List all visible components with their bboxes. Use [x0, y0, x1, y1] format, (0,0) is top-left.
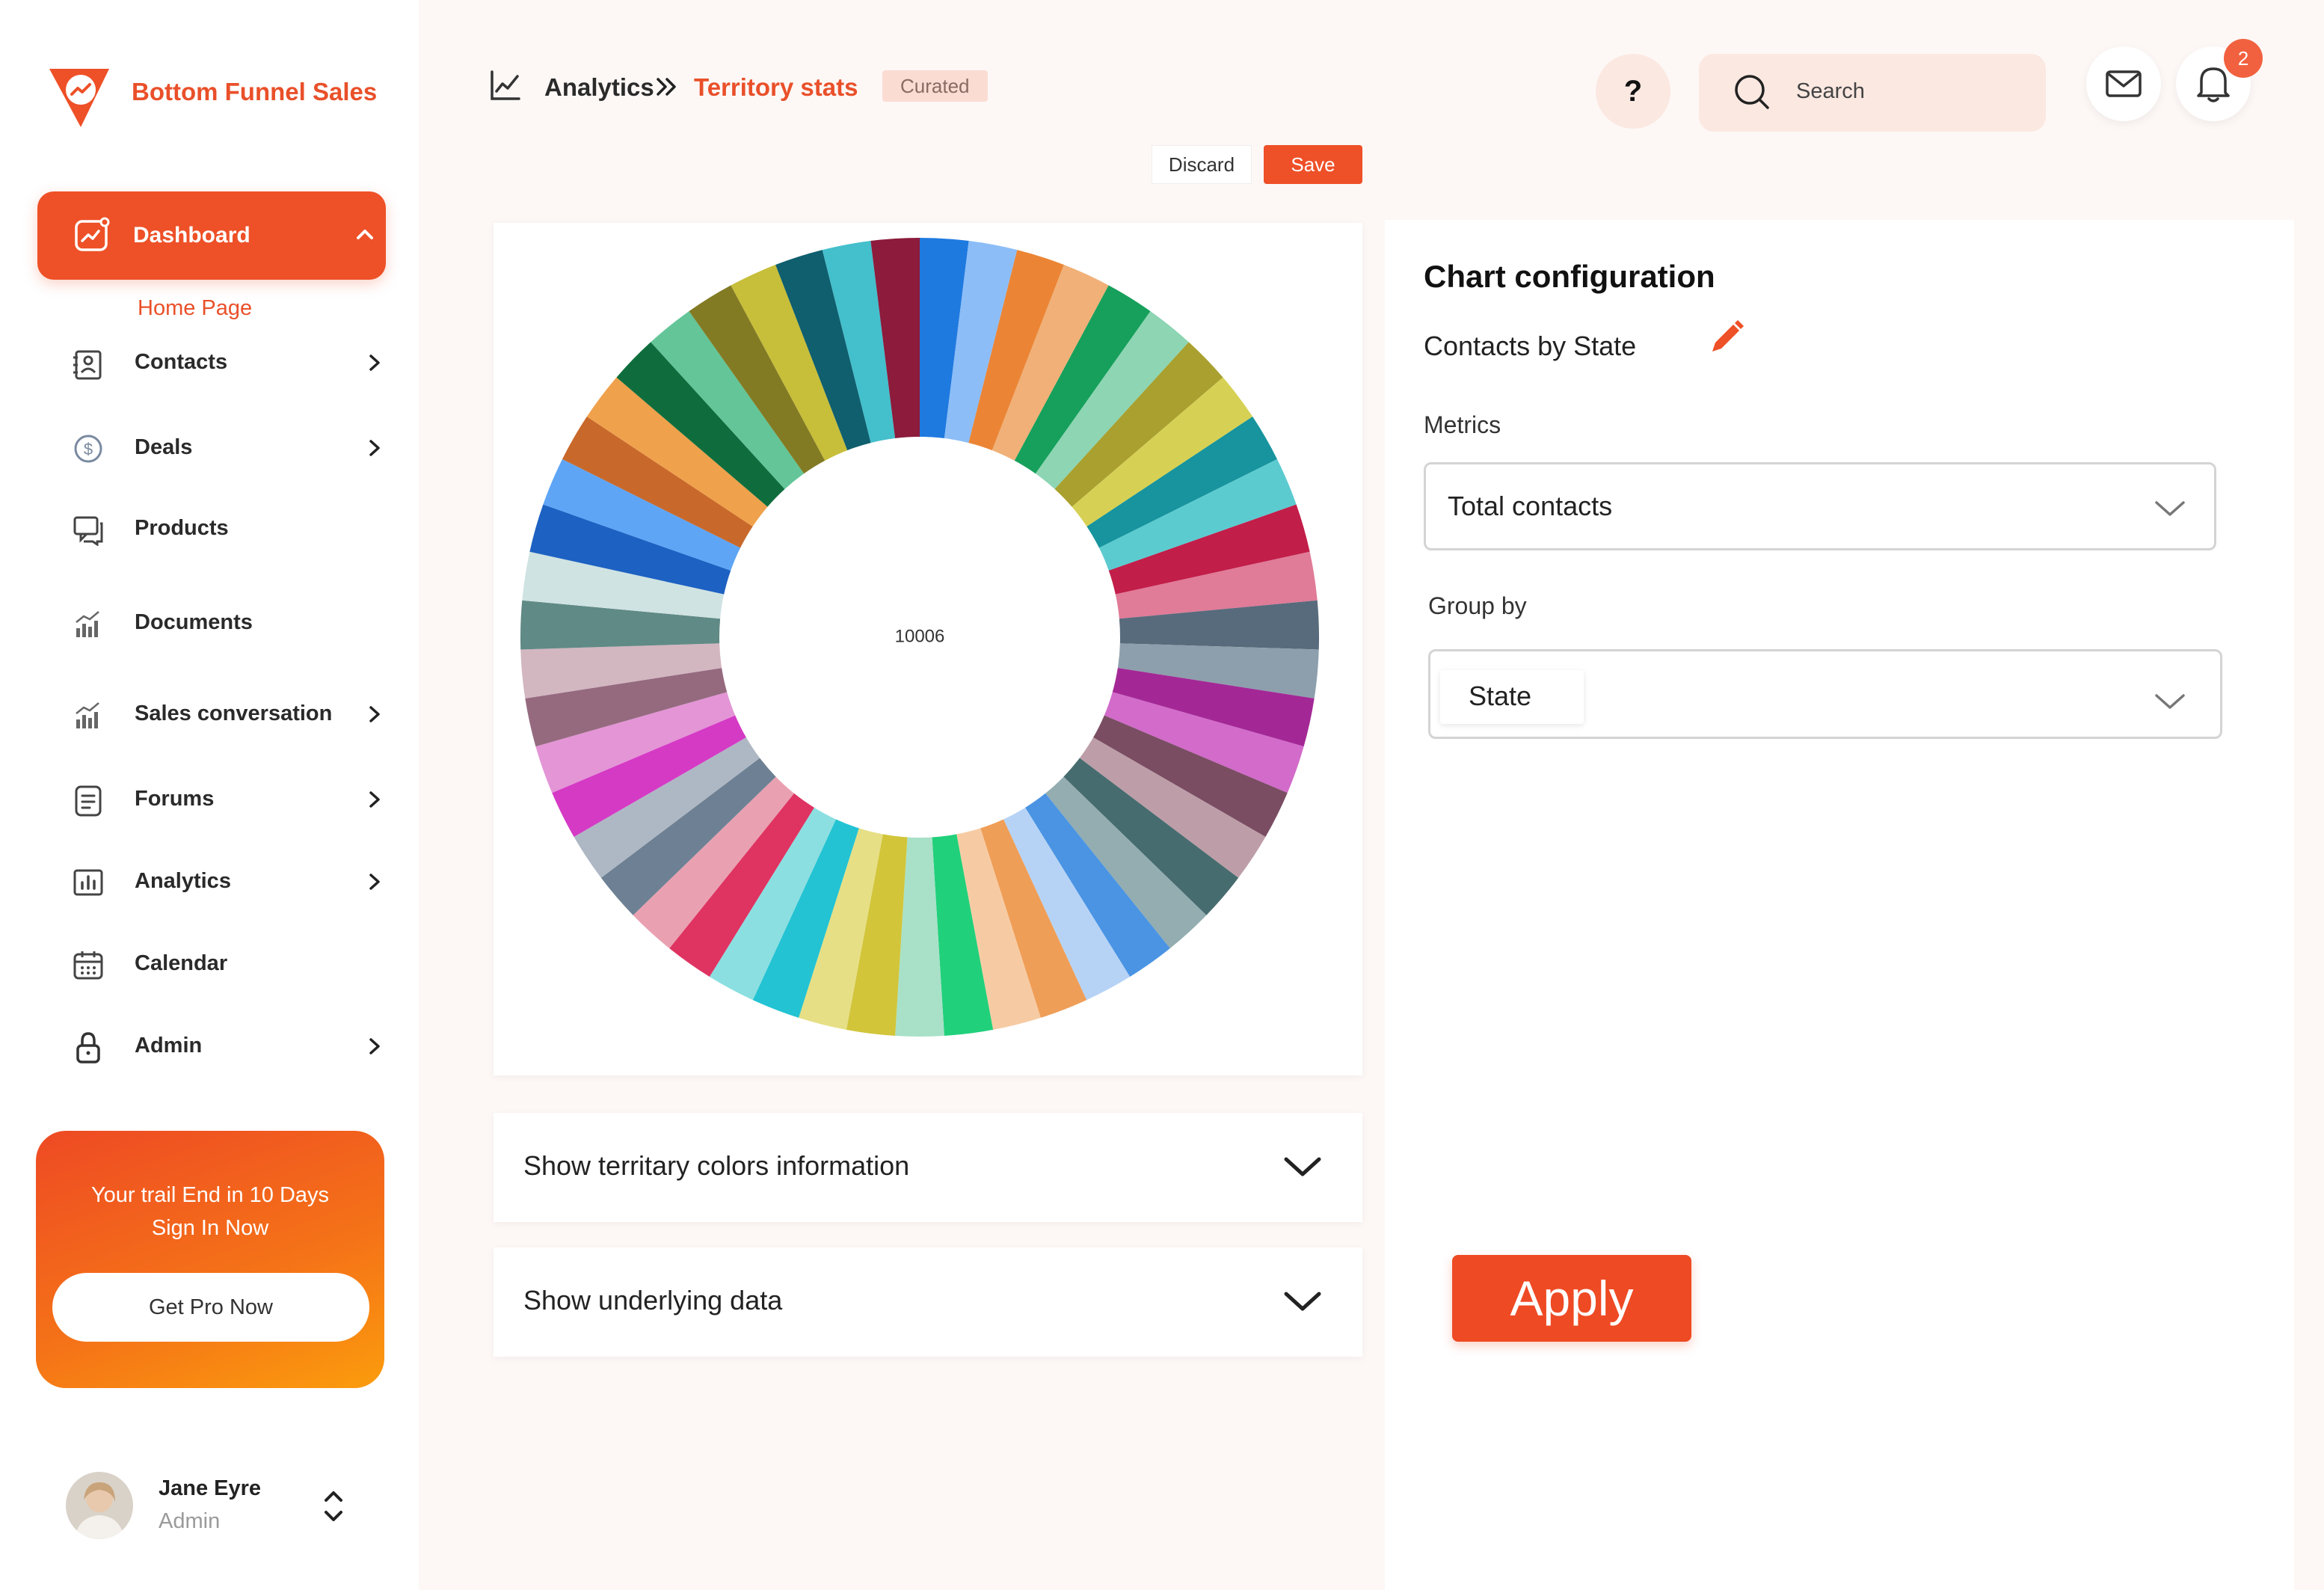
chevron-right-icon: [369, 1038, 380, 1055]
accordion-label: Show underlying data: [523, 1285, 783, 1316]
underlying-data-accordion[interactable]: Show underlying data: [494, 1247, 1362, 1357]
sidebar-item-dashboard[interactable]: Dashboard: [37, 191, 386, 280]
sidebar-item-label: Forums: [135, 787, 215, 811]
bar-chart-icon: [76, 611, 99, 637]
metrics-value: Total contacts: [1448, 491, 1613, 521]
sidebar-item-label: Contacts: [135, 350, 228, 374]
sidebar-item-documents[interactable]: Documents: [69, 600, 398, 645]
group-by-value: State: [1469, 681, 1532, 711]
lock-icon: [76, 1032, 100, 1063]
sidebar-item-label: Analytics: [135, 869, 231, 893]
sidebar-subitem-home-page[interactable]: Home Page: [138, 296, 252, 321]
chat-icon: [73, 516, 103, 546]
search-icon: [1735, 75, 1769, 109]
chevron-down-icon: [1284, 1157, 1321, 1176]
sidebar-item-calendar[interactable]: Calendar: [69, 941, 398, 986]
sidebar-item-admin[interactable]: Admin: [69, 1023, 398, 1068]
chevron-up-icon: [357, 230, 373, 239]
sidebar-item-label: Documents: [135, 610, 253, 634]
brand-name: Bottom Funnel Sales: [132, 78, 378, 105]
chart-name: Contacts by State: [1424, 331, 1637, 361]
dashboard-icon: [75, 217, 110, 251]
trial-banner: [36, 1131, 384, 1388]
expand-collapse-icon[interactable]: [319, 1487, 348, 1526]
breadcrumb-analytics[interactable]: Analytics: [544, 73, 654, 102]
help-button[interactable]: ?: [1596, 54, 1670, 129]
sidebar-item-label: Dashboard: [133, 223, 250, 248]
accordion-label: Show territary colors information: [523, 1150, 910, 1181]
avatar[interactable]: [66, 1472, 133, 1539]
brand-logo-icon: [49, 69, 109, 127]
sidebar-item-products[interactable]: Products: [69, 506, 398, 550]
sidebar-item-label: Deals: [135, 435, 193, 459]
chevron-right-icon: [369, 354, 380, 371]
chevron-down-icon: [2155, 694, 2185, 709]
sidebar-item-deals[interactable]: $ Deals: [69, 425, 398, 470]
sidebar-item-sales-conversation[interactable]: Sales conversation: [69, 691, 398, 736]
calendar-icon: [73, 951, 103, 980]
sidebar-item-label: Admin: [135, 1034, 203, 1058]
user-role: Admin: [159, 1509, 221, 1533]
chevron-down-icon: [1284, 1292, 1321, 1311]
dollar-icon: $: [74, 435, 102, 463]
sidebar-item-label: Products: [135, 516, 229, 540]
chevron-right-icon: [369, 874, 380, 890]
panel-title: Chart configuration: [1424, 259, 1715, 294]
apply-button[interactable]: Apply: [1452, 1255, 1691, 1342]
get-pro-button[interactable]: Get Pro Now: [52, 1273, 369, 1342]
sidebar-item-label: Calendar: [135, 951, 228, 975]
metrics-label: Metrics: [1424, 411, 1501, 438]
discard-button[interactable]: Discard: [1152, 145, 1252, 184]
search-placeholder: Search: [1796, 79, 1865, 103]
trial-message: Your trail End in 10 Days: [90, 1183, 330, 1207]
notification-count-badge: 2: [2224, 39, 2263, 78]
sidebar-item-forums[interactable]: Forums: [69, 776, 398, 821]
sidebar-item-contacts[interactable]: Contacts: [69, 340, 398, 384]
document-icon: [75, 785, 102, 817]
bar-chart-icon: [76, 702, 99, 728]
save-button[interactable]: Save: [1264, 145, 1362, 184]
contacts-icon: [73, 350, 102, 380]
status-badge: Curated: [882, 70, 988, 102]
trial-sign-in-text: Sign In Now: [151, 1216, 269, 1240]
user-name: Jane Eyre: [159, 1476, 262, 1500]
donut-chart: 10006: [520, 238, 1319, 1037]
chevron-down-icon: [2155, 501, 2185, 516]
breadcrumb-current: Territory stats: [694, 73, 858, 101]
analytics-icon: [73, 869, 103, 896]
sidebar-item-label: Sales conversation: [135, 702, 333, 725]
double-chevron-right-icon: [657, 78, 676, 96]
sidebar-item-analytics[interactable]: Analytics: [69, 859, 398, 903]
chevron-right-icon: [369, 706, 380, 722]
donut-center-label: 10006: [895, 626, 945, 646]
mail-icon: [2106, 70, 2142, 97]
svg-text:$: $: [84, 440, 93, 458]
chevron-right-icon: [369, 791, 380, 808]
chart-config-panel: [1385, 220, 2294, 1590]
chevron-right-icon: [369, 440, 380, 456]
group-by-label: Group by: [1428, 592, 1527, 619]
territory-colors-accordion[interactable]: Show territary colors information: [494, 1113, 1362, 1222]
line-chart-icon: [491, 70, 520, 100]
pencil-icon[interactable]: [1705, 317, 1747, 359]
